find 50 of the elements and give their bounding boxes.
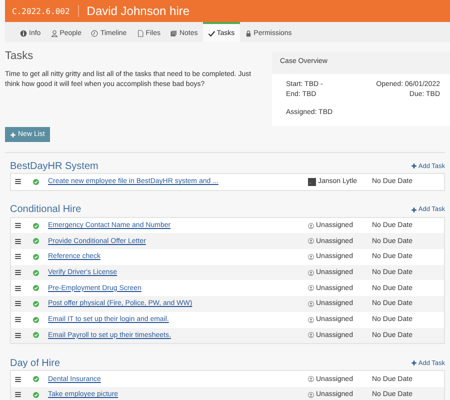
- info-icon: [20, 30, 27, 36]
- drag-handle-icon[interactable]: [15, 332, 21, 338]
- list-title: BestDayHR System: [10, 160, 98, 172]
- avatar-icon: [308, 178, 316, 186]
- person-icon: [308, 285, 314, 292]
- list-title: Conditional Hire: [10, 204, 82, 216]
- check-circle-icon[interactable]: [33, 222, 39, 229]
- person-icon: [308, 238, 314, 244]
- drag-handle-icon[interactable]: [15, 301, 21, 306]
- drag-handle-icon[interactable]: [15, 376, 21, 382]
- check-circle-icon[interactable]: [33, 392, 39, 398]
- notes-icon: [170, 30, 178, 36]
- plus-icon: [411, 360, 418, 366]
- lock-icon: [244, 30, 252, 36]
- drag-handle-icon[interactable]: [15, 238, 21, 244]
- plus-icon: [411, 163, 418, 169]
- checkmark-icon: [208, 30, 215, 36]
- person-icon: [308, 222, 314, 229]
- person-icon: [308, 316, 314, 323]
- check-circle-icon[interactable]: [33, 270, 39, 276]
- person-icon: [308, 376, 314, 382]
- drag-handle-icon[interactable]: [15, 392, 21, 398]
- plus-icon: [411, 206, 418, 213]
- person-icon: [308, 300, 314, 307]
- check-circle-icon[interactable]: [33, 178, 39, 185]
- drag-handle-icon[interactable]: [15, 254, 21, 260]
- person-icon: [308, 254, 314, 260]
- drag-handle-icon[interactable]: [15, 317, 21, 322]
- case-number: C.2022.6.002: [12, 6, 70, 16]
- drag-handle-icon[interactable]: [15, 286, 21, 291]
- person-icon: [308, 332, 314, 338]
- check-circle-icon[interactable]: [33, 332, 39, 338]
- list-title: Day of Hire: [10, 358, 60, 369]
- person-icon: [308, 270, 314, 276]
- check-circle-icon[interactable]: [33, 254, 39, 260]
- check-circle-icon[interactable]: [33, 300, 39, 307]
- drag-handle-icon[interactable]: [15, 223, 21, 228]
- check-circle-icon[interactable]: [33, 376, 39, 382]
- check-circle-icon[interactable]: [33, 316, 39, 323]
- check-circle-icon[interactable]: [33, 238, 39, 244]
- person-icon: [308, 392, 314, 398]
- case-title: David Johnson hire: [86, 4, 190, 18]
- page-title: Tasks: [5, 50, 34, 62]
- plus-icon: [10, 132, 16, 138]
- file-icon: [136, 30, 144, 36]
- clock-icon: [91, 30, 98, 36]
- drag-handle-icon[interactable]: [15, 179, 21, 184]
- check-circle-icon[interactable]: [33, 285, 39, 292]
- drag-handle-icon[interactable]: [15, 270, 21, 276]
- person-icon: [50, 30, 58, 36]
